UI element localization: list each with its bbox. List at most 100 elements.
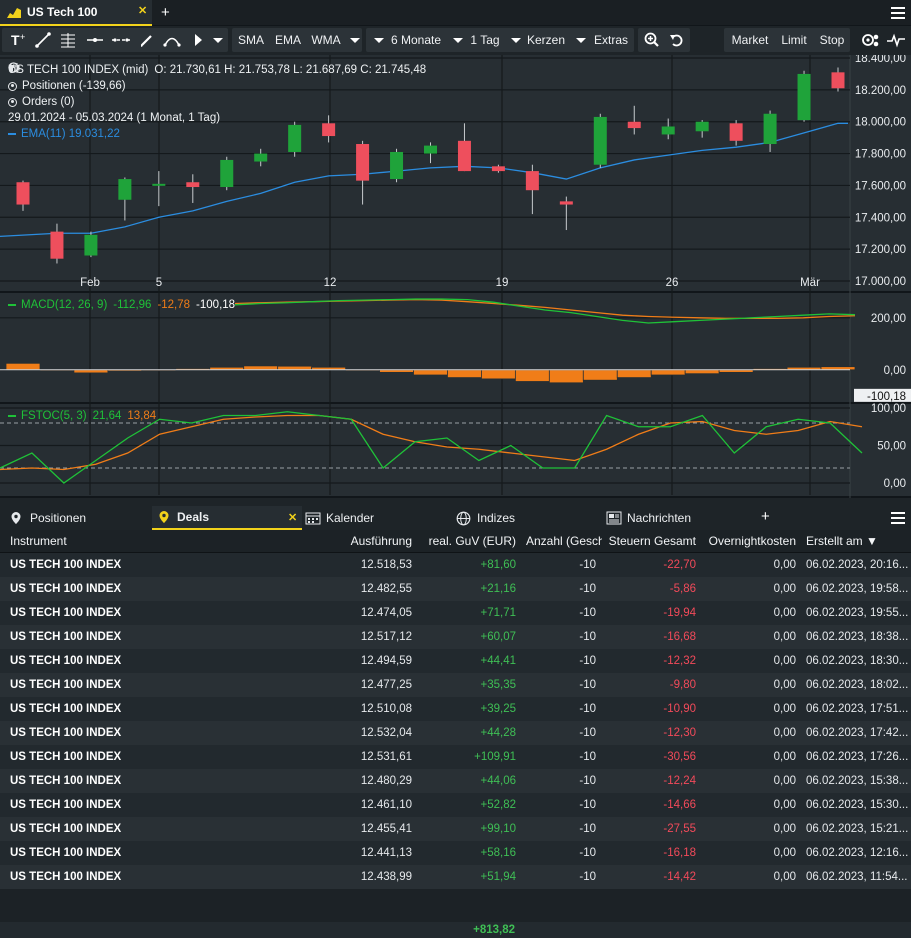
table-row[interactable]: US TECH 100 INDEX 12.438,99 +51,94 -10 -14,4… — [0, 865, 911, 889]
candle-body[interactable] — [356, 144, 370, 181]
tab-positionen[interactable]: Positionen — [4, 506, 150, 530]
col-ausfuehrung[interactable]: Ausführung — [330, 530, 412, 553]
candle-body[interactable] — [254, 153, 268, 162]
add-tab-button[interactable]: + — [161, 4, 170, 21]
extras-button[interactable]: Extras — [590, 28, 632, 52]
panel-menu-icon[interactable] — [891, 512, 905, 524]
legend-orders-row[interactable]: Orders (0) — [8, 94, 426, 110]
cell-anzahl: -10 — [579, 751, 596, 763]
col-guv[interactable]: real. GuV (EUR) — [420, 530, 516, 553]
zoom-in-icon[interactable] — [640, 28, 664, 52]
period-select[interactable]: 6 Monate — [388, 28, 444, 52]
candle-body[interactable] — [797, 73, 811, 121]
table-row[interactable]: US TECH 100 INDEX 12.531,61 +109,91 -10 -30,… — [0, 745, 911, 769]
cell-anzahl: -10 — [579, 631, 596, 643]
macd-histogram-bar — [481, 369, 516, 380]
horizontal-line-tool-icon[interactable] — [83, 28, 107, 52]
cell-erstellt: 06.02.2023, 11:54... — [806, 871, 908, 883]
candle-body[interactable] — [661, 126, 675, 135]
tab-us-tech-100[interactable]: US Tech 100 ✕ — [0, 0, 152, 26]
macd-legend[interactable]: MACD(12, 26, 9) -112,96 -12,78 -100,18 — [8, 297, 235, 313]
candle-body[interactable] — [627, 121, 641, 129]
candle-body[interactable] — [831, 72, 845, 89]
pulse-icon[interactable] — [884, 28, 908, 52]
table-row[interactable]: US TECH 100 INDEX 12.532,04 +44,28 -10 -12,3… — [0, 721, 911, 745]
candle-body[interactable] — [50, 231, 64, 259]
col-erstellt[interactable]: Erstellt am ▼ — [806, 530, 906, 553]
limit-order-button[interactable]: Limit — [776, 28, 812, 52]
cell-ausfuehrung: 12.482,55 — [360, 583, 412, 595]
candle-body[interactable] — [424, 145, 437, 154]
candle-body[interactable] — [220, 159, 234, 188]
arc-tool-icon[interactable] — [160, 28, 184, 52]
legend-ema-row[interactable]: EMA(11) 19.031,22 — [8, 126, 426, 142]
channel-tool-icon[interactable] — [109, 28, 133, 52]
candle-body[interactable] — [84, 234, 98, 256]
reset-zoom-icon[interactable] — [665, 28, 689, 52]
table-row[interactable]: US TECH 100 INDEX 12.518,53 +81,60 -10 -22,7… — [0, 553, 911, 577]
table-row[interactable]: US TECH 100 INDEX 12.510,08 +39,25 -10 -10,9… — [0, 697, 911, 721]
candle-body[interactable] — [152, 183, 166, 186]
candle-body[interactable] — [695, 121, 709, 132]
chart-style-select[interactable]: Kerzen — [525, 28, 567, 52]
legend-positions-row[interactable]: Positionen (-139,66) — [8, 78, 426, 94]
table-row[interactable]: US TECH 100 INDEX 12.441,13 +58,16 -10 -16,1… — [0, 841, 911, 865]
tab-label: Nachrichten — [627, 511, 692, 525]
candle-body[interactable] — [16, 182, 30, 205]
price-axis-label: 17.000,00 — [855, 276, 906, 288]
col-anzahl[interactable]: Anzahl (Geschl — [526, 530, 602, 553]
alerts-icon[interactable] — [859, 28, 883, 52]
candle-body[interactable] — [390, 151, 404, 180]
candle-body[interactable] — [186, 182, 200, 188]
cell-erstellt: 06.02.2023, 18:38... — [806, 631, 909, 643]
chart-area[interactable]: 18.400,00 18.200,00 18.000,00 17.800,00 17.6… — [0, 55, 911, 498]
tab-indizes[interactable]: Indizes — [456, 506, 596, 530]
table-row[interactable]: US TECH 100 INDEX 12.461,10 +52,82 -10 -14,6… — [0, 793, 911, 817]
stoch-axis-label: 100,00 — [871, 403, 906, 415]
trendline-tool-icon[interactable] — [31, 28, 55, 52]
main-menu-icon[interactable] — [891, 7, 905, 19]
wma-button[interactable]: WMA — [308, 28, 344, 52]
visibility-toggle-icon[interactable] — [8, 81, 17, 91]
table-row[interactable]: US TECH 100 INDEX 12.477,25 +35,35 -10 -9,80… — [0, 673, 911, 697]
tab-kalender[interactable]: Kalender — [305, 506, 445, 530]
tab-nachrichten[interactable]: Nachrichten — [606, 506, 746, 530]
chevron-down-icon[interactable] — [206, 28, 230, 52]
macd-value: -112,96 — [113, 299, 152, 311]
table-row[interactable]: US TECH 100 INDEX 12.480,29 +44,06 -10 -12,2… — [0, 769, 911, 793]
ema-button[interactable]: EMA — [271, 28, 305, 52]
text-tool-icon[interactable]: T + — [6, 28, 30, 52]
close-tab-icon[interactable]: ✕ — [288, 506, 297, 530]
candle-body[interactable] — [729, 123, 743, 141]
table-row[interactable]: US TECH 100 INDEX 12.482,55 +21,16 -10 -5,86… — [0, 577, 911, 601]
stoch-legend[interactable]: FSTOC(5, 3) 21,64 13,84 — [8, 408, 156, 424]
fibonacci-tool-icon[interactable] — [56, 28, 80, 52]
stoch-axis-label: 0,00 — [884, 478, 906, 490]
candle-body[interactable] — [525, 171, 539, 191]
col-steuern[interactable]: Steuern Gesamt — [606, 530, 696, 553]
candle-body[interactable] — [763, 113, 777, 145]
candle-body[interactable] — [457, 140, 471, 172]
close-tab-icon[interactable]: ✕ — [138, 4, 147, 17]
add-panel-tab-button[interactable]: + — [761, 508, 770, 525]
candle-body[interactable] — [118, 179, 132, 200]
table-row[interactable]: US TECH 100 INDEX 12.494,59 +44,41 -10 -12,3… — [0, 649, 911, 673]
col-overnight[interactable]: Overnightkosten — [700, 530, 796, 553]
interval-select[interactable]: 1 Tag — [467, 28, 503, 52]
macd-histogram-bar — [447, 369, 482, 378]
pencil-tool-icon[interactable] — [135, 28, 159, 52]
stop-order-button[interactable]: Stop — [815, 28, 849, 52]
table-row[interactable]: US TECH 100 INDEX 12.455,41 +99,10 -10 -27,5… — [0, 817, 911, 841]
tab-deals[interactable]: Deals ✕ — [152, 506, 302, 530]
candle-body[interactable] — [593, 116, 607, 165]
sma-button[interactable]: SMA — [234, 28, 268, 52]
chevron-down-icon[interactable] — [343, 28, 367, 52]
col-instrument[interactable]: Instrument — [10, 530, 160, 553]
table-row[interactable]: US TECH 100 INDEX 12.474,05 +71,71 -10 -19,9… — [0, 601, 911, 625]
candle-body[interactable] — [491, 166, 505, 172]
visibility-toggle-icon[interactable] — [8, 97, 17, 107]
table-row[interactable]: US TECH 100 INDEX 12.517,12 +60,07 -10 -16,6… — [0, 625, 911, 649]
cell-anzahl: -10 — [579, 679, 596, 691]
market-order-button[interactable]: Market — [728, 28, 772, 52]
candle-body[interactable] — [559, 201, 573, 205]
